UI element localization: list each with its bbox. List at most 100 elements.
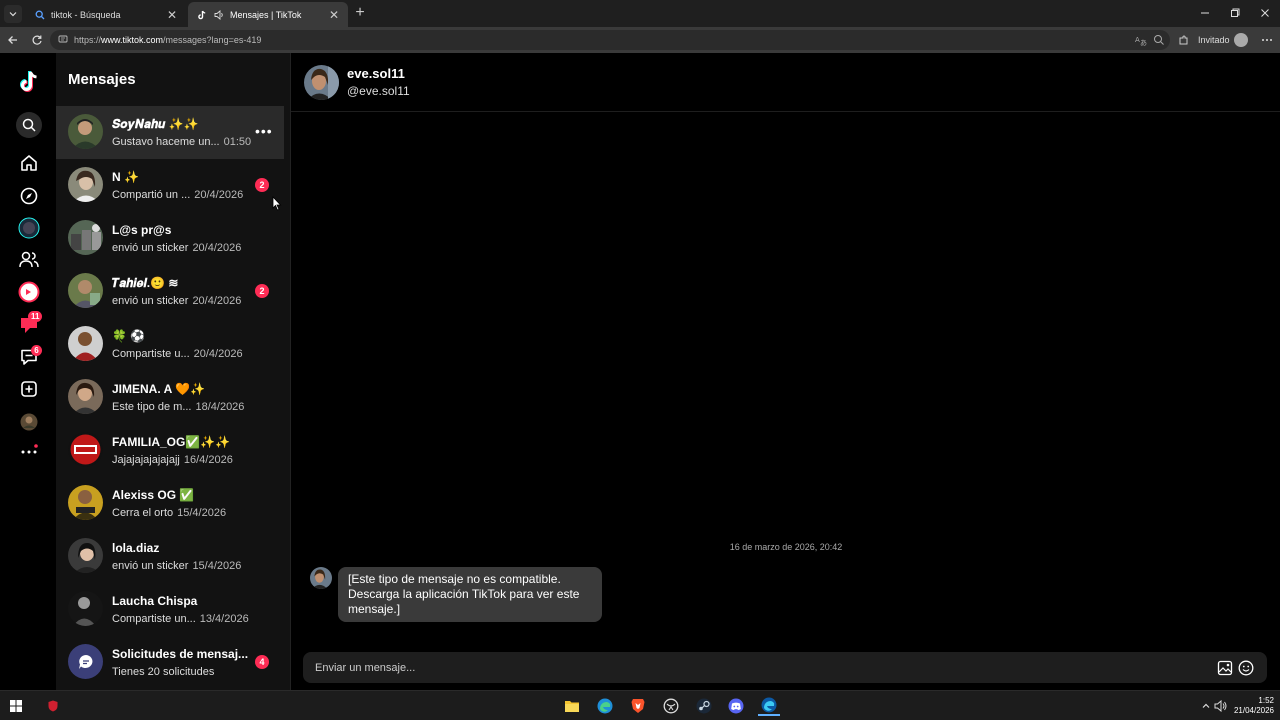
browser-menu-button[interactable] (1258, 31, 1276, 49)
avatar (68, 379, 103, 414)
close-tab-icon[interactable]: ✕ (166, 8, 178, 22)
close-window-button[interactable] (1250, 4, 1280, 22)
conversation-item[interactable]: Laucha Chispa Compartiste un... 13/4/2026 (56, 583, 284, 636)
minimize-button[interactable] (1190, 4, 1220, 22)
tab-search[interactable]: tiktok - Búsqueda ✕ (26, 2, 186, 27)
refresh-icon (32, 35, 42, 45)
chevron-down-icon (9, 12, 17, 17)
speaker-icon[interactable] (213, 9, 225, 21)
nav-live-2[interactable] (16, 279, 42, 305)
profile-button[interactable]: Invitado (1198, 31, 1248, 49)
zoom-button[interactable] (1150, 31, 1168, 49)
address-bar[interactable]: https://www.tiktok.com/messages?lang=es-… (50, 30, 1170, 50)
tab-title: tiktok - Búsqueda (51, 9, 121, 20)
discord-button[interactable] (725, 696, 747, 716)
preview-text: Gustavo haceme un... (112, 136, 220, 148)
chat-display-name[interactable]: eve.sol11 (347, 66, 405, 81)
back-button[interactable] (4, 31, 22, 49)
shield-icon (48, 700, 58, 712)
conversation-item[interactable]: Alexiss OG ✅ Cerra el orto 15/4/2026 (56, 477, 284, 530)
nav-messages[interactable]: 6 (16, 344, 42, 370)
conversation-time: 20/4/2026 (192, 242, 242, 254)
browser-toolbar: https://www.tiktok.com/messages?lang=es-… (0, 27, 1280, 53)
restore-button[interactable] (1220, 4, 1250, 22)
new-tab-button[interactable]: + (352, 4, 368, 22)
conversation-name: 𝑺𝒐𝒚𝑵𝒂𝒉𝒖 ✨✨ (112, 117, 199, 131)
conversation-item[interactable]: 🍀 ⚽ Compartiste u... 20/4/2026 (56, 318, 284, 371)
tiktok-logo-icon (20, 71, 37, 92)
conversation-preview: Cerra el orto 15/4/2026 (112, 507, 226, 519)
site-info-icon[interactable] (58, 34, 68, 46)
avatar (68, 220, 103, 255)
browser-tab-strip: tiktok - Búsqueda ✕ Mensajes | TikTok ✕ … (0, 0, 1280, 27)
conversation-name: Laucha Chispa (112, 594, 198, 608)
chat-avatar[interactable] (304, 65, 339, 100)
nav-for-you[interactable] (16, 150, 42, 176)
plus-square-icon (21, 381, 37, 397)
conversation-time: 18/4/2026 (195, 401, 245, 413)
edge-browser-button[interactable] (758, 696, 780, 716)
brave-browser-button[interactable] (627, 696, 649, 716)
conversation-item[interactable]: 𝑻𝒂𝒉𝒊𝒆𝒍.🙂 ≋ envió un sticker 20/4/2026 2 (56, 265, 284, 318)
message-composer (303, 652, 1267, 683)
chat-handle[interactable]: @eve.sol11 (347, 84, 410, 98)
preview-text: Compartiste un... (112, 613, 196, 625)
minimize-icon (1201, 12, 1209, 14)
close-tab-icon[interactable]: ✕ (328, 8, 340, 22)
conversation-item[interactable]: 𝑺𝒐𝒚𝑵𝒂𝒉𝒖 ✨✨ Gustavo haceme un... 01:50 ••• (56, 106, 284, 159)
conversation-item[interactable]: JIMENA. A 🧡✨ Este tipo de m... 18/4/2026 (56, 371, 284, 424)
conversation-item[interactable]: lola.diaz envió un sticker 15/4/2026 (56, 530, 284, 583)
reload-button[interactable] (28, 31, 46, 49)
conversation-name: N ✨ (112, 170, 139, 184)
nav-following[interactable] (16, 247, 42, 273)
steam-button[interactable] (693, 696, 715, 716)
nav-upload[interactable] (16, 376, 42, 402)
conversation-item[interactable]: L@s pr@s envió un sticker 20/4/2026 (56, 212, 284, 265)
file-explorer-button[interactable] (561, 696, 583, 716)
message-requests-icon (68, 644, 103, 679)
conversation-preview: envió un sticker 20/4/2026 (112, 295, 241, 307)
tab-actions-menu-button[interactable] (4, 5, 22, 23)
conversation-preview: Gustavo haceme un... 01:50 (112, 136, 251, 148)
app-button[interactable] (660, 696, 682, 716)
message-input[interactable] (315, 652, 1195, 683)
start-button[interactable] (5, 696, 27, 716)
conversation-item[interactable]: FAMILIA_OG✅✨✨ Jajajajajajajajj 16/4/2026 (56, 424, 284, 477)
preview-text: Tienes 20 solicitudes (112, 666, 215, 678)
conversation-name: L@s pr@s (112, 223, 172, 237)
nav-activity[interactable]: 11 (16, 311, 43, 338)
conversation-options-button[interactable]: ••• (255, 123, 273, 139)
message-requests-item[interactable]: Solicitudes de mensaj... Tienes 20 solic… (56, 636, 284, 689)
avatar (68, 538, 103, 573)
search-button[interactable] (16, 112, 42, 138)
system-clock[interactable]: 1:52 21/04/2026 (1228, 696, 1274, 716)
messages-badge: 6 (31, 345, 42, 356)
tab-messages[interactable]: Mensajes | TikTok ✕ (188, 2, 348, 27)
emoji-button[interactable] (1237, 659, 1254, 676)
image-upload-button[interactable] (1216, 659, 1233, 676)
edge-dev-button[interactable] (594, 696, 616, 716)
arrow-left-icon (8, 36, 17, 44)
nav-live[interactable] (16, 215, 42, 241)
tiktok-home-logo[interactable] (16, 69, 42, 95)
antivirus-tray-icon[interactable] (42, 696, 64, 716)
translate-icon: Aあ (1135, 36, 1147, 46)
extensions-icon (1179, 35, 1188, 45)
nav-more[interactable] (16, 438, 42, 464)
profile-label: Invitado (1198, 35, 1230, 45)
extensions-button[interactable] (1175, 31, 1193, 49)
avatar (20, 413, 38, 431)
nav-profile[interactable] (16, 409, 42, 435)
message-bubble: [Este tipo de mensaje no es compatible. … (338, 567, 602, 622)
message-avatar[interactable] (310, 567, 332, 589)
zoom-icon (1154, 35, 1164, 45)
more-horizontal-icon (21, 444, 38, 454)
nav-explore[interactable] (16, 183, 42, 209)
conversation-time: 13/4/2026 (199, 613, 249, 625)
translate-button[interactable]: Aあ (1132, 31, 1150, 49)
conversation-time: 20/4/2026 (192, 295, 242, 307)
conversation-item[interactable]: N ✨ Compartió un ... 20/4/2026 2 (56, 159, 284, 212)
conversation-preview: Compartiste u... 20/4/2026 (112, 348, 243, 360)
conversation-preview: Jajajajajajajajj 16/4/2026 (112, 454, 233, 466)
avatar (68, 591, 103, 626)
